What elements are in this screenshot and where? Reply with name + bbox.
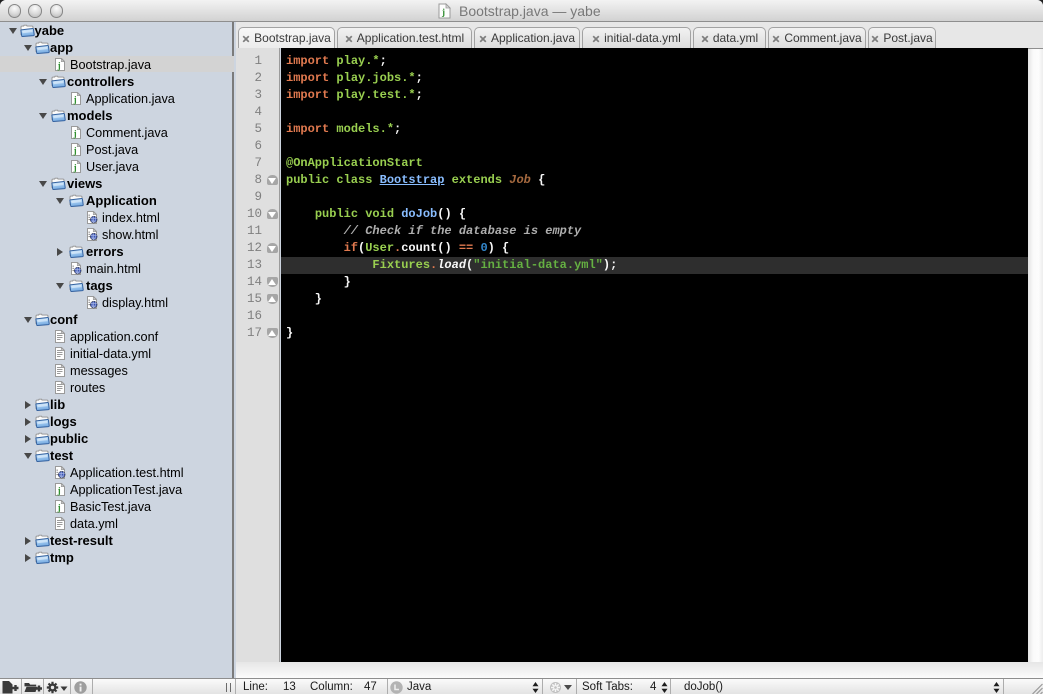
svg-text:j: j [57,61,61,71]
svg-text:j: j [73,146,77,156]
svg-text:j: j [73,163,77,173]
svg-text:j: j [57,486,61,496]
svg-text:j: j [73,129,77,139]
svg-text:j: j [441,7,445,17]
svg-text:j: j [73,95,77,105]
svg-text:j: j [57,503,61,513]
